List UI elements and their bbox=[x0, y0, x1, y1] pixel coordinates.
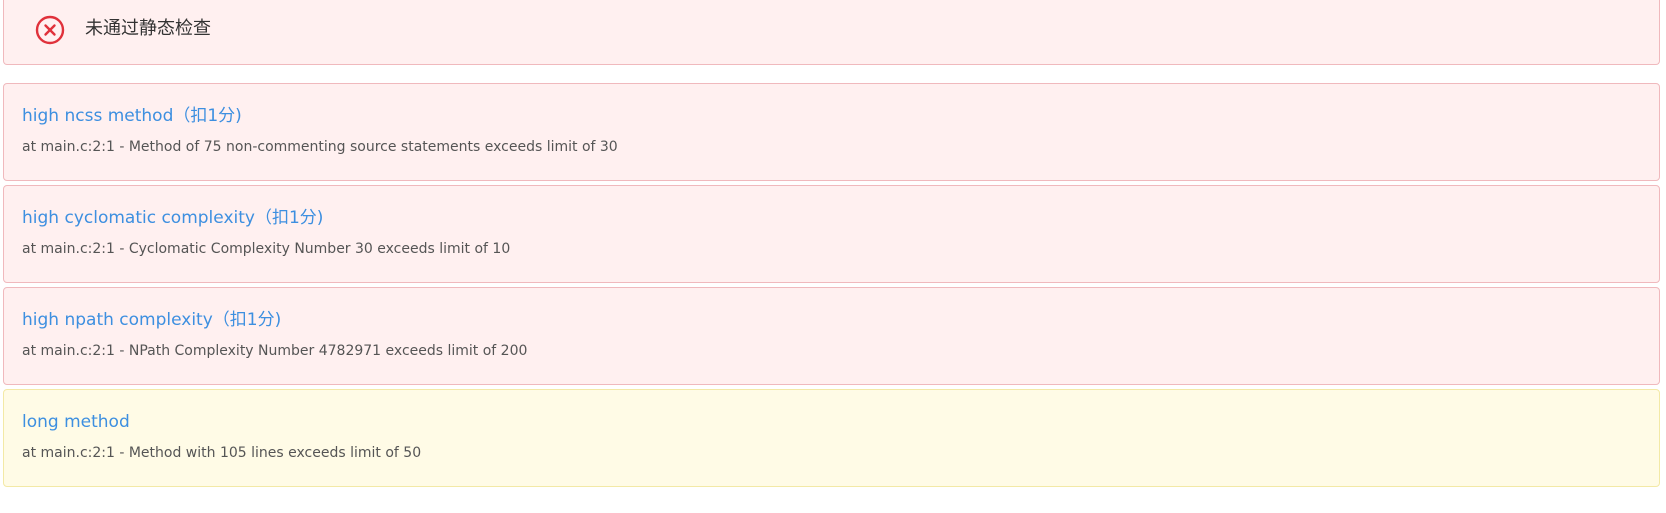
status-text: 未通过静态检查 bbox=[85, 18, 211, 39]
issue-description: at main.c:2:1 - Method of 75 non-comment… bbox=[22, 139, 618, 155]
issue-description: at main.c:2:1 - Cyclomatic Complexity Nu… bbox=[22, 241, 511, 257]
issue-card: high cyclomatic complexity（扣1分) at main.… bbox=[3, 185, 1660, 283]
issue-card: high ncss method（扣1分) at main.c:2:1 - Me… bbox=[3, 83, 1660, 181]
issue-card: long method at main.c:2:1 - Method with … bbox=[3, 389, 1660, 487]
issue-description: at main.c:2:1 - Method with 105 lines ex… bbox=[22, 445, 422, 461]
issue-title-link[interactable]: high ncss method（扣1分) bbox=[22, 104, 242, 128]
close-circle-icon bbox=[34, 14, 66, 46]
issue-title-link[interactable]: high npath complexity（扣1分) bbox=[22, 308, 281, 332]
static-check-results: 未通过静态检查 high ncss method（扣1分) at main.c:… bbox=[0, 0, 1666, 513]
status-banner: 未通过静态检查 bbox=[3, 0, 1660, 65]
issue-description: at main.c:2:1 - NPath Complexity Number … bbox=[22, 343, 528, 359]
issue-card: high npath complexity（扣1分) at main.c:2:1… bbox=[3, 287, 1660, 385]
issue-title-link[interactable]: long method bbox=[22, 410, 130, 434]
issue-title-link[interactable]: high cyclomatic complexity（扣1分) bbox=[22, 206, 323, 230]
